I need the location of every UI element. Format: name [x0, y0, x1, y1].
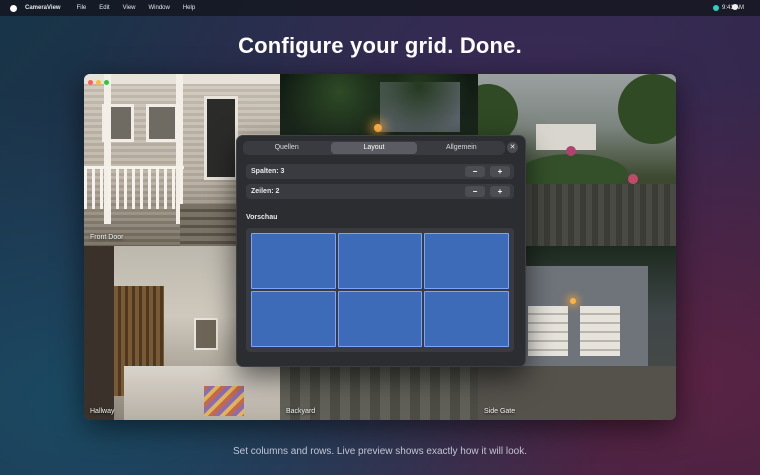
menu-view[interactable]: View [123, 5, 136, 11]
flower-shape [566, 146, 576, 156]
columns-decrement-button[interactable]: − [465, 166, 485, 177]
preview-cell [251, 233, 336, 289]
tab-quellen[interactable]: Quellen [244, 142, 329, 154]
preview-title: Vorschau [246, 214, 278, 221]
tab-allgemein[interactable]: Allgemein [419, 142, 504, 154]
flower-shape [628, 174, 638, 184]
porch-railing [84, 166, 184, 209]
columns-increment-button[interactable]: + [490, 166, 510, 177]
floor-shape [124, 366, 280, 420]
preview-cell [424, 291, 509, 347]
rug-shape [204, 386, 244, 416]
caption: Set columns and rows. Live preview shows… [232, 446, 527, 457]
window-controls [88, 80, 109, 85]
preview-cell [337, 233, 423, 289]
grid-preview [246, 228, 514, 352]
camera-label: Front Door [90, 234, 124, 241]
rows-label: Zeilen: 2 [251, 188, 280, 195]
rows-decrement-button[interactable]: − [465, 186, 485, 197]
tree-shape [618, 74, 676, 144]
apple-icon[interactable] [10, 4, 17, 12]
preview-cell [337, 291, 423, 347]
headline: Configure your grid. Done. [238, 33, 522, 58]
menu-edit[interactable]: Edit [99, 5, 109, 11]
camera-label: Backyard [286, 408, 316, 415]
status-dot-icon [712, 5, 719, 11]
camera-label: Hallway [90, 408, 115, 415]
settings-tabs: Quellen Layout Allgemein [243, 141, 505, 155]
preview-cell [251, 291, 336, 347]
preview-grid [251, 233, 509, 347]
house-shape [536, 124, 596, 150]
close-window-icon[interactable] [88, 80, 93, 85]
menu-help[interactable]: Help [183, 5, 195, 11]
menu-window[interactable]: Window [149, 5, 170, 11]
menubar-status: 9:41 AM [712, 4, 744, 11]
garage-door [580, 306, 620, 356]
menu-app-name[interactable]: CameraView [25, 5, 61, 11]
camera-label: Side Gate [484, 408, 516, 415]
preview-cell [424, 233, 509, 289]
wall-shape [84, 246, 114, 420]
columns-row: Spalten: 3 − + [246, 164, 514, 179]
door-shape [204, 96, 238, 180]
clock-wrap: 9:41 AM [722, 4, 744, 11]
garage-door [528, 306, 568, 356]
menu-file[interactable]: File [77, 5, 87, 11]
close-panel-button[interactable]: ✕ [507, 142, 518, 153]
zoom-window-icon[interactable] [104, 80, 109, 85]
menu-bar: CameraView File Edit View Window Help 9:… [0, 0, 760, 16]
tab-layout[interactable]: Layout [331, 142, 417, 154]
rows-row: Zeilen: 2 − + [246, 184, 514, 199]
columns-stepper: − + [465, 166, 510, 177]
minimize-window-icon[interactable] [96, 80, 101, 85]
user-avatar-icon[interactable] [732, 4, 738, 10]
garage-lamp [570, 298, 576, 304]
layout-settings-panel: Quellen Layout Allgemein ✕ Spalten: 3 − … [236, 135, 526, 367]
rows-increment-button[interactable]: + [490, 186, 510, 197]
porch-light [374, 124, 382, 132]
window-shape [146, 104, 178, 142]
rows-stepper: − + [465, 186, 510, 197]
hall-window [194, 318, 218, 350]
columns-label: Spalten: 3 [251, 168, 285, 175]
